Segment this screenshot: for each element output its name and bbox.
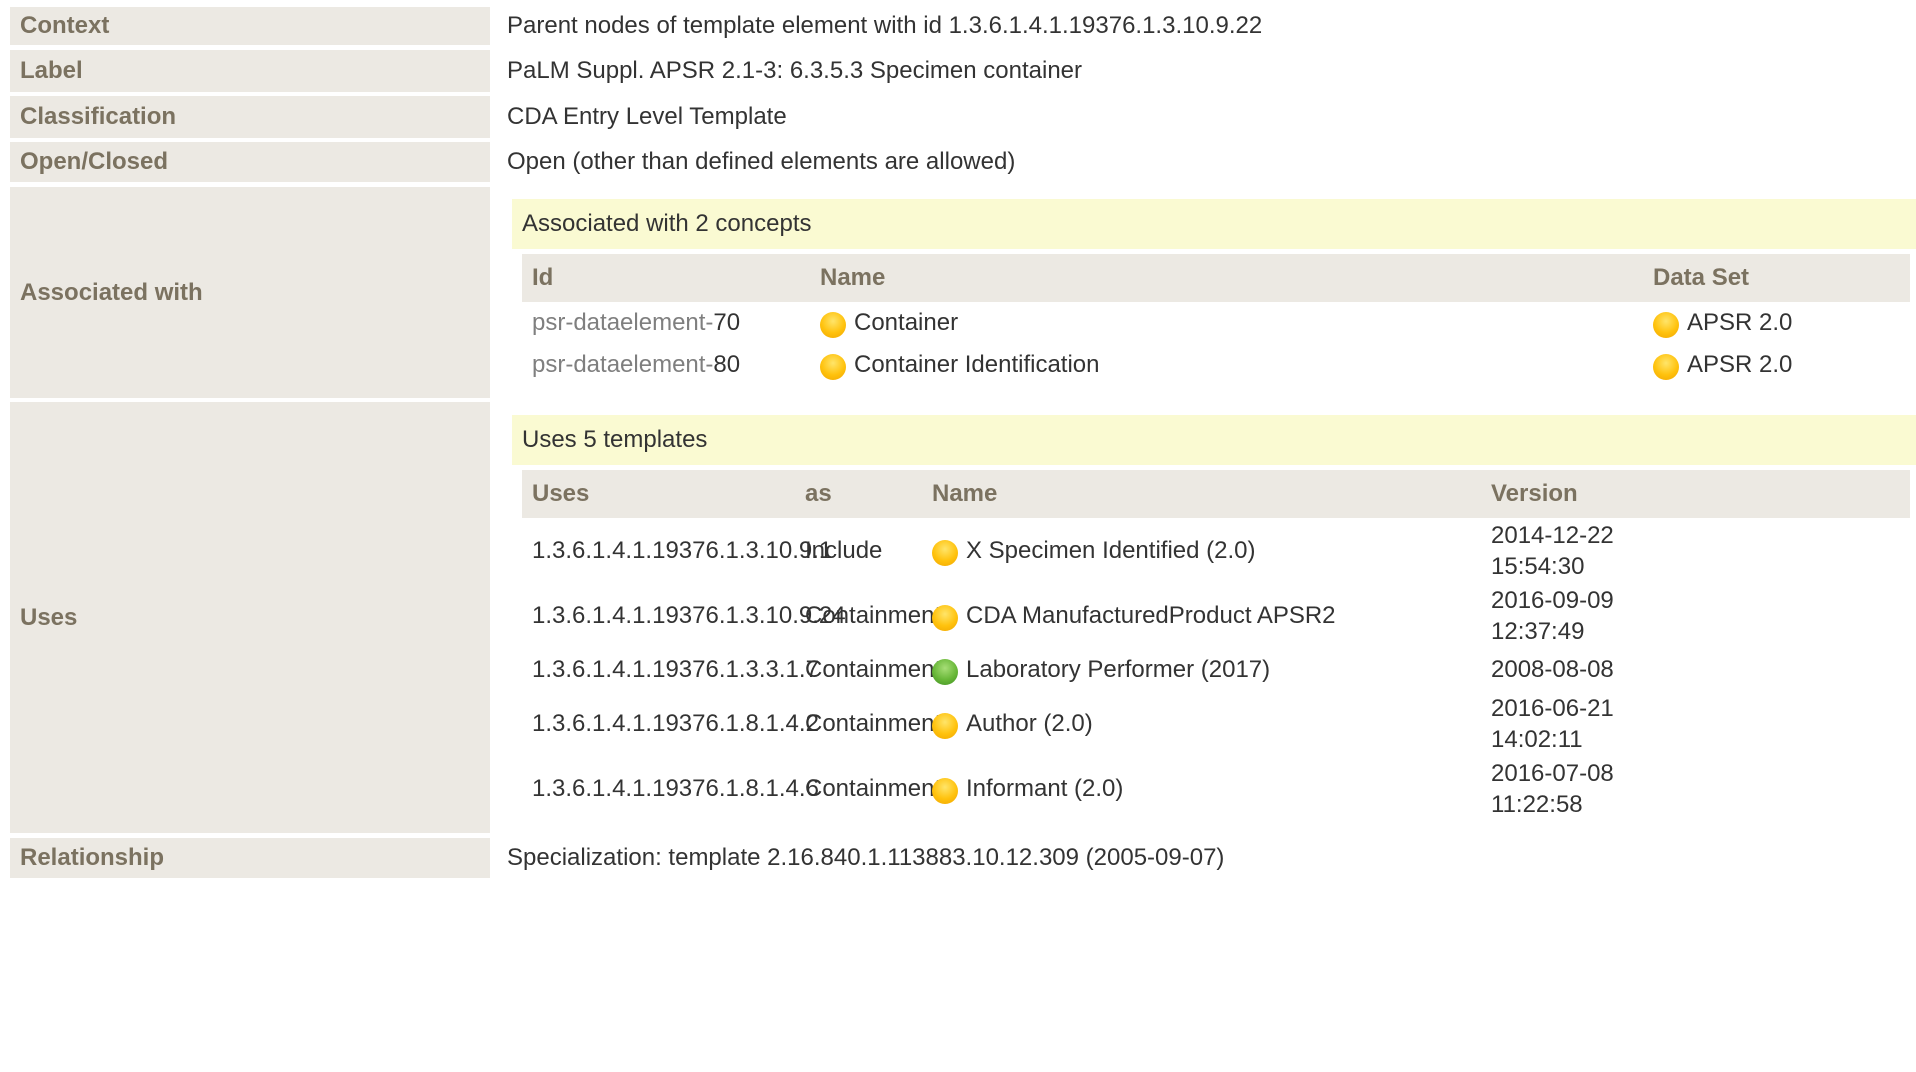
row-value: Open (other than defined elements are al… (507, 148, 1016, 175)
column-header-dataset: Data Set (1653, 264, 1750, 291)
row-label-field: Label PaLM Suppl. APSR 2.1-3: 6.3.5.3 Sp… (10, 50, 1916, 92)
column-header-name: Name (932, 480, 998, 507)
draft-status-icon (1653, 354, 1679, 380)
template-version: 2008-08-08 (1491, 656, 1614, 683)
template-oid: 1.3.6.1.4.1.19376.1.3.3.1.7 (532, 655, 819, 683)
template-usage-type: Containment (805, 774, 942, 802)
templates-table: Uses as Name Version 1.3.6.1.4.1.19376.1… (522, 470, 1910, 820)
template-name: X Specimen Identified (2.0) (966, 536, 1256, 564)
template-oid: 1.3.6.1.4.1.19376.1.3.10.9.24 (532, 601, 846, 629)
draft-status-icon (820, 312, 846, 338)
row-label: Associated with (10, 187, 490, 398)
template-name: Author (2.0) (966, 709, 1093, 737)
concept-name-link[interactable]: Container (820, 302, 958, 344)
concept-id-link[interactable]: psr-dataelement- 80 (532, 344, 740, 386)
column-header-id: Id (532, 264, 554, 291)
concept-dataset: APSR 2.0 (1687, 351, 1793, 378)
template-usage-type: Containment (805, 655, 942, 683)
concept-id-number: 80 (713, 351, 741, 378)
template-oid: 1.3.6.1.4.1.19376.1.8.1.4.6 (532, 774, 819, 802)
row-value: PaLM Suppl. APSR 2.1-3: 6.3.5.3 Specimen… (507, 57, 1083, 84)
template-usage-type: Include (805, 536, 883, 564)
row-relationship: Relationship Specialization: template 2.… (10, 838, 1916, 878)
template-row[interactable]: 1.3.6.1.4.1.19376.1.8.1.4.6 Containment … (522, 756, 1910, 821)
row-value: CDA Entry Level Template (507, 103, 787, 130)
template-version: 2016-06-21 14:02:11 (1491, 694, 1614, 753)
row-label: Context (10, 7, 490, 45)
row-label: Uses (10, 402, 490, 833)
draft-status-icon (932, 712, 958, 739)
draft-status-icon (932, 604, 958, 631)
template-name: CDA ManufacturedProduct APSR2 (966, 601, 1336, 629)
template-row[interactable]: 1.3.6.1.4.1.19376.1.3.10.9.1 Include X S… (522, 518, 1910, 583)
template-usage-type: Containment (805, 601, 942, 629)
template-name-link[interactable]: X Specimen Identified (2.0) (932, 518, 1256, 583)
draft-status-icon (820, 354, 846, 380)
row-label: Classification (10, 96, 490, 138)
concept-row[interactable]: psr-dataelement- 70 Container APSR 2.0 (522, 302, 1910, 344)
template-details-table: Context Parent nodes of template element… (0, 0, 1916, 1072)
template-version: 2014-12-22 15:54:30 (1491, 521, 1614, 580)
template-row[interactable]: 1.3.6.1.4.1.19376.1.3.3.1.7 Containment … (522, 648, 1910, 691)
template-version: 2016-07-08 11:22:58 (1491, 759, 1614, 818)
template-name-link[interactable]: Informant (2.0) (932, 756, 1123, 821)
draft-status-icon (932, 539, 958, 566)
draft-status-icon (932, 777, 958, 804)
row-context: Context Parent nodes of template element… (10, 7, 1916, 45)
concept-row[interactable]: psr-dataelement- 80 Container Identifica… (522, 344, 1910, 386)
templates-table-header: Uses as Name Version (522, 470, 1910, 518)
concept-name-link[interactable]: Container Identification (820, 344, 1099, 386)
row-value: Specialization: template 2.16.840.1.1138… (507, 844, 1225, 871)
concept-id-link[interactable]: psr-dataelement- 70 (532, 302, 740, 344)
concepts-table: Id Name Data Set psr-dataelement- 70 Con… (522, 254, 1910, 384)
column-header-version: Version (1491, 480, 1578, 507)
concept-dataset: APSR 2.0 (1687, 309, 1793, 336)
concept-id-prefix: psr-dataelement- (532, 309, 714, 336)
template-oid: 1.3.6.1.4.1.19376.1.3.10.9.1 (532, 536, 833, 564)
concepts-banner: Associated with 2 concepts (512, 199, 1916, 249)
template-row[interactable]: 1.3.6.1.4.1.19376.1.3.10.9.24 Containmen… (522, 583, 1910, 648)
concept-name: Container (854, 309, 959, 336)
row-classification: Classification CDA Entry Level Template (10, 96, 1916, 138)
template-name: Informant (2.0) (966, 774, 1124, 802)
template-name-link[interactable]: Author (2.0) (932, 691, 1093, 756)
template-row[interactable]: 1.3.6.1.4.1.19376.1.8.1.4.2 Containment … (522, 691, 1910, 756)
column-header-as: as (805, 480, 832, 507)
concept-dataset-link[interactable]: APSR 2.0 (1653, 302, 1792, 344)
template-name-link[interactable]: Laboratory Performer (2017) (932, 648, 1270, 691)
column-header-uses: Uses (532, 480, 590, 507)
concept-dataset-link[interactable]: APSR 2.0 (1653, 344, 1792, 386)
template-oid: 1.3.6.1.4.1.19376.1.8.1.4.2 (532, 709, 819, 737)
concepts-section: Associated with 2 concepts Id Name Data … (512, 199, 1916, 389)
row-label: Relationship (10, 838, 490, 878)
template-version: 2016-09-09 12:37:49 (1491, 586, 1614, 645)
concept-id-prefix: psr-dataelement- (532, 351, 714, 378)
concepts-table-header: Id Name Data Set (522, 254, 1910, 302)
concept-name: Container Identification (854, 351, 1100, 378)
final-status-icon (932, 658, 958, 685)
template-usage-type: Containment (805, 709, 942, 737)
row-value: Parent nodes of template element with id… (507, 12, 1263, 39)
row-open-closed: Open/Closed Open (other than defined ele… (10, 142, 1916, 182)
row-label: Open/Closed (10, 142, 490, 182)
draft-status-icon (1653, 312, 1679, 338)
template-name-link[interactable]: CDA ManufacturedProduct APSR2 (932, 583, 1336, 648)
templates-banner: Uses 5 templates (512, 415, 1916, 465)
concept-id-number: 70 (713, 309, 741, 336)
row-label: Label (10, 50, 490, 92)
templates-section: Uses 5 templates Uses as Name Version 1.… (512, 415, 1916, 825)
column-header-name: Name (820, 264, 886, 291)
template-name: Laboratory Performer (2017) (966, 655, 1271, 683)
